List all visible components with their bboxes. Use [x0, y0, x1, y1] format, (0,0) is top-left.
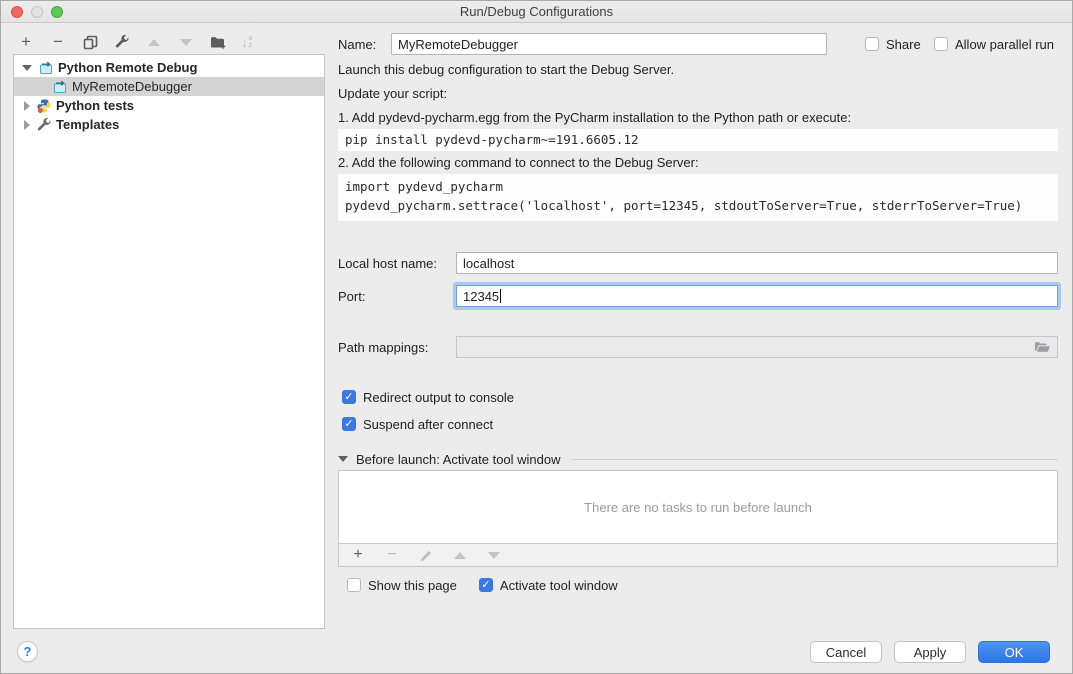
remote-debug-icon [38, 60, 54, 76]
minimize-window-icon[interactable] [31, 6, 43, 18]
show-this-page-label: Show this page [368, 578, 457, 593]
move-task-down-icon[interactable] [485, 546, 503, 564]
name-label: Name: [338, 37, 376, 52]
edit-defaults-wrench-icon[interactable] [113, 33, 131, 51]
wrench-icon [36, 117, 52, 133]
before-launch-toolbar: + − [338, 544, 1058, 567]
allow-parallel-run-checkbox[interactable] [934, 37, 948, 51]
activate-tool-window-checkbox[interactable]: ✓ [479, 578, 493, 592]
port-input[interactable]: 12345 [456, 285, 1058, 307]
tree-item-label: MyRemoteDebugger [72, 79, 192, 94]
tree-item-python-remote-debug[interactable]: Python Remote Debug [14, 58, 324, 77]
settrace-code-block[interactable]: import pydevd_pycharm pydevd_pycharm.set… [338, 174, 1058, 221]
sort-configurations-icon[interactable]: ↓az [241, 35, 252, 50]
copy-configuration-icon[interactable] [81, 33, 99, 51]
add-task-icon[interactable]: + [349, 546, 367, 564]
redirect-output-checkbox-group[interactable]: ✓ Redirect output to console [342, 388, 514, 406]
move-task-up-icon[interactable] [451, 546, 469, 564]
before-launch-title: Before launch: Activate tool window [356, 452, 561, 467]
update-script-text: Update your script: [338, 86, 447, 101]
python-icon [36, 98, 52, 114]
step1-text: 1. Add pydevd-pycharm.egg from the PyCha… [338, 110, 851, 125]
show-this-page-checkbox-group[interactable]: Show this page [347, 578, 457, 593]
browse-folder-icon[interactable] [1034, 341, 1051, 354]
help-icon: ? [24, 644, 32, 659]
configurations-tree[interactable]: Python Remote Debug MyRemoteDebugger Pyt… [13, 54, 325, 629]
divider [571, 459, 1058, 460]
allow-parallel-run-label: Allow parallel run [955, 37, 1054, 52]
activate-tool-window-checkbox-group[interactable]: ✓ Activate tool window [479, 578, 618, 593]
add-configuration-icon[interactable]: + [17, 33, 35, 51]
show-this-page-checkbox[interactable] [347, 578, 361, 592]
share-checkbox[interactable] [865, 37, 879, 51]
host-label: Local host name: [338, 256, 437, 271]
tree-item-label: Python Remote Debug [58, 60, 197, 75]
suspend-after-connect-checkbox[interactable]: ✓ [342, 417, 356, 431]
move-up-icon[interactable] [145, 33, 163, 51]
chevron-expanded-icon[interactable] [22, 65, 32, 71]
share-checkbox-group[interactable]: Share [865, 37, 921, 52]
chevron-collapsed-icon[interactable] [24, 120, 30, 130]
move-down-icon[interactable] [177, 33, 195, 51]
pip-install-code[interactable]: pip install pydevd-pycharm~=191.6605.12 [338, 129, 1058, 151]
chevron-collapsed-icon[interactable] [24, 101, 30, 111]
close-window-icon[interactable] [11, 6, 23, 18]
intro-text: Launch this debug configuration to start… [338, 62, 674, 77]
cancel-button[interactable]: Cancel [810, 641, 882, 663]
tree-item-myremotedebugger[interactable]: MyRemoteDebugger [14, 77, 324, 96]
window-title: Run/Debug Configurations [1, 1, 1072, 22]
name-input[interactable] [391, 33, 827, 55]
local-host-name-input[interactable] [456, 252, 1058, 274]
redirect-output-label: Redirect output to console [363, 390, 514, 405]
no-tasks-text: There are no tasks to run before launch [584, 500, 812, 515]
allow-parallel-checkbox-group[interactable]: Allow parallel run [934, 37, 1054, 52]
remote-debug-icon [52, 79, 68, 95]
tree-item-label: Templates [56, 117, 119, 132]
port-value: 12345 [463, 289, 499, 304]
edit-task-pencil-icon[interactable] [417, 546, 435, 564]
path-mappings-input[interactable] [456, 336, 1058, 358]
zoom-window-icon[interactable] [51, 6, 63, 18]
step2-text: 2. Add the following command to connect … [338, 155, 699, 170]
activate-tool-window-label: Activate tool window [500, 578, 618, 593]
share-label: Share [886, 37, 921, 52]
ok-button[interactable]: OK [978, 641, 1050, 663]
settrace-code-line1: import pydevd_pycharm [345, 177, 1051, 196]
before-launch-header[interactable]: Before launch: Activate tool window [338, 451, 1058, 467]
help-button[interactable]: ? [17, 641, 38, 662]
port-label: Port: [338, 289, 365, 304]
suspend-after-connect-checkbox-group[interactable]: ✓ Suspend after connect [342, 415, 493, 433]
tree-item-label: Python tests [56, 98, 134, 113]
tree-item-python-tests[interactable]: Python tests [14, 96, 324, 115]
settrace-code-line2: pydevd_pycharm.settrace('localhost', por… [345, 196, 1051, 215]
configurations-toolbar: + − ↓az [17, 31, 252, 53]
text-cursor [500, 289, 501, 303]
path-mappings-label: Path mappings: [338, 340, 428, 355]
remove-task-icon[interactable]: − [383, 546, 401, 564]
title-bar[interactable]: Run/Debug Configurations [1, 1, 1072, 23]
tree-item-templates[interactable]: Templates [14, 115, 324, 134]
before-launch-task-list[interactable]: There are no tasks to run before launch [338, 470, 1058, 544]
run-debug-configurations-dialog: Run/Debug Configurations + − ↓az Python … [0, 0, 1073, 674]
redirect-output-checkbox[interactable]: ✓ [342, 390, 356, 404]
remove-configuration-icon[interactable]: − [49, 33, 67, 51]
chevron-expanded-icon[interactable] [338, 456, 348, 462]
create-folder-icon[interactable] [209, 33, 227, 51]
apply-button[interactable]: Apply [894, 641, 966, 663]
suspend-after-connect-label: Suspend after connect [363, 417, 493, 432]
